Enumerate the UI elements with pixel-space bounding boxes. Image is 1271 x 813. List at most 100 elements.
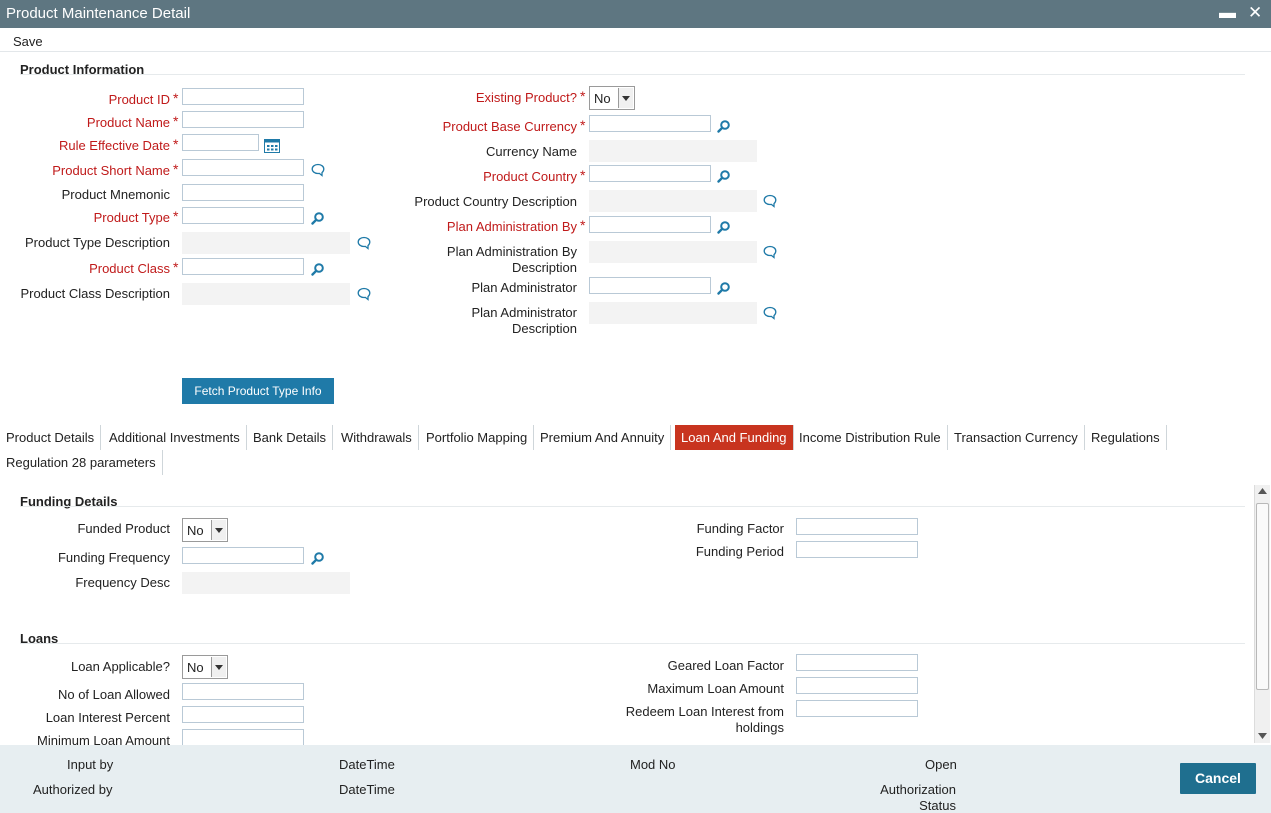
search-icon[interactable]: [717, 119, 731, 133]
tab-additional-investments[interactable]: Additional Investments: [103, 425, 247, 450]
chevron-down-icon[interactable]: [211, 520, 226, 540]
authorization-status-label: Authorization: [880, 782, 956, 797]
comment-icon[interactable]: [763, 306, 777, 320]
minimum-loan-amount-input[interactable]: [182, 729, 304, 746]
geared-loan-factor-label: Geared Loan Factor: [667, 658, 784, 673]
funding-period-input[interactable]: [796, 541, 918, 558]
tab-portfolio-mapping[interactable]: Portfolio Mapping: [420, 425, 535, 450]
tab-regulations[interactable]: Regulations: [1085, 425, 1167, 450]
menu-bar: [0, 28, 1271, 52]
product-country-label: Product Country: [483, 169, 577, 184]
datetime-label: DateTime: [339, 782, 395, 797]
close-icon[interactable]: ✕: [1248, 3, 1262, 23]
rule-effective-date-input[interactable]: [182, 134, 259, 151]
vertical-scrollbar[interactable]: [1254, 485, 1270, 743]
section-divider: [20, 506, 1245, 507]
loan-applicable-select[interactable]: No: [182, 655, 228, 679]
no-of-loan-allowed-label: No of Loan Allowed: [57, 687, 170, 702]
plan-administration-by-description-label: Plan Administration By: [446, 244, 577, 259]
plan-administration-by-input[interactable]: [589, 216, 711, 233]
search-icon[interactable]: [717, 220, 731, 234]
product-class-description-field: [182, 283, 350, 305]
product-base-currency-label: Product Base Currency: [442, 119, 577, 134]
search-icon[interactable]: [311, 262, 325, 276]
product-type-input[interactable]: [182, 207, 304, 224]
datetime-label: DateTime: [339, 757, 395, 772]
product-type-description-field: [182, 232, 350, 254]
loan-applicable-label: Loan Applicable?: [70, 659, 170, 674]
search-icon[interactable]: [311, 211, 325, 225]
required-mark: *: [580, 88, 586, 104]
chevron-down-icon[interactable]: [211, 657, 226, 677]
tab-withdrawals[interactable]: Withdrawals: [335, 425, 419, 450]
tab-transaction-currency[interactable]: Transaction Currency: [948, 425, 1085, 450]
product-country-input[interactable]: [589, 165, 711, 182]
product-base-currency-input[interactable]: [589, 115, 711, 132]
existing-product-label: Existing Product?: [475, 90, 577, 105]
tab-regulation-28-parameters[interactable]: Regulation 28 parameters: [0, 450, 163, 475]
cancel-button[interactable]: Cancel: [1180, 763, 1256, 794]
funding-factor-input[interactable]: [796, 518, 918, 535]
plan-administrator-input[interactable]: [589, 277, 711, 294]
scroll-up-icon[interactable]: [1258, 488, 1267, 494]
product-class-input[interactable]: [182, 258, 304, 275]
scrollbar-thumb[interactable]: [1256, 503, 1269, 690]
required-mark: *: [580, 217, 586, 233]
product-name-input[interactable]: [182, 111, 304, 128]
input-by-label: Input by: [67, 757, 114, 772]
loan-interest-percent-label: Loan Interest Percent: [45, 710, 170, 725]
product-country-description-label: Product Country Description: [414, 194, 577, 209]
geared-loan-factor-input[interactable]: [796, 654, 918, 671]
tab-bank-details[interactable]: Bank Details: [247, 425, 333, 450]
plan-administration-by-description-field: [589, 241, 757, 263]
comment-icon[interactable]: [763, 245, 777, 259]
tab-premium-and-annuity[interactable]: Premium And Annuity: [534, 425, 672, 450]
frequency-desc-label: Frequency Desc: [75, 575, 170, 590]
funding-factor-label: Funding Factor: [696, 521, 784, 536]
product-mnemonic-input[interactable]: [182, 184, 304, 201]
required-mark: *: [173, 259, 179, 275]
product-short-name-input[interactable]: [182, 159, 304, 176]
search-icon[interactable]: [717, 169, 731, 183]
tab-product-details[interactable]: Product Details: [0, 425, 102, 450]
comment-icon[interactable]: [357, 236, 371, 250]
plan-administration-by-label: Plan Administration By: [446, 219, 577, 234]
plan-administrator-description-field: [589, 302, 757, 324]
funding-period-label: Funding Period: [695, 544, 784, 559]
comment-icon[interactable]: [357, 287, 371, 301]
product-class-label: Product Class: [89, 261, 170, 276]
comment-icon[interactable]: [763, 194, 777, 208]
funding-frequency-input[interactable]: [182, 547, 304, 564]
minimize-icon[interactable]: ▬: [1219, 3, 1236, 23]
product-country-description-field: [589, 190, 757, 212]
comment-icon[interactable]: [311, 163, 325, 177]
product-mnemonic-label: Product Mnemonic: [61, 187, 170, 202]
required-mark: *: [173, 161, 179, 177]
plan-administrator-label: Plan Administrator: [471, 280, 578, 295]
save-button[interactable]: Save: [13, 34, 43, 49]
loan-interest-percent-input[interactable]: [182, 706, 304, 723]
search-icon[interactable]: [717, 281, 731, 295]
required-mark: *: [173, 208, 179, 224]
plan-administrator-description-label-line2: Description: [511, 321, 577, 336]
existing-product-select[interactable]: No: [589, 86, 635, 110]
funded-product-select[interactable]: No: [182, 518, 228, 542]
product-name-label: Product Name: [86, 115, 170, 130]
tab-income-distribution-rule[interactable]: Income Distribution Rule: [793, 425, 948, 450]
section-divider: [20, 74, 1245, 75]
maximum-loan-amount-input[interactable]: [796, 677, 918, 694]
fetch-product-type-info-button[interactable]: Fetch Product Type Info: [182, 378, 334, 404]
title-bar: Product Maintenance Detail ▬ ✕: [0, 0, 1271, 28]
redeem-loan-interest-input[interactable]: [796, 700, 918, 717]
tab-loan-and-funding[interactable]: Loan And Funding: [675, 425, 794, 450]
product-id-input[interactable]: [182, 88, 304, 105]
currency-name-field: [589, 140, 757, 162]
scroll-down-icon[interactable]: [1258, 733, 1267, 739]
search-icon[interactable]: [311, 551, 325, 565]
calendar-icon[interactable]: [264, 138, 280, 153]
chevron-down-icon[interactable]: [618, 88, 633, 108]
required-mark: *: [173, 90, 179, 106]
audit-footer: [0, 745, 1271, 813]
loan-applicable-value: No: [187, 660, 204, 675]
no-of-loan-allowed-input[interactable]: [182, 683, 304, 700]
